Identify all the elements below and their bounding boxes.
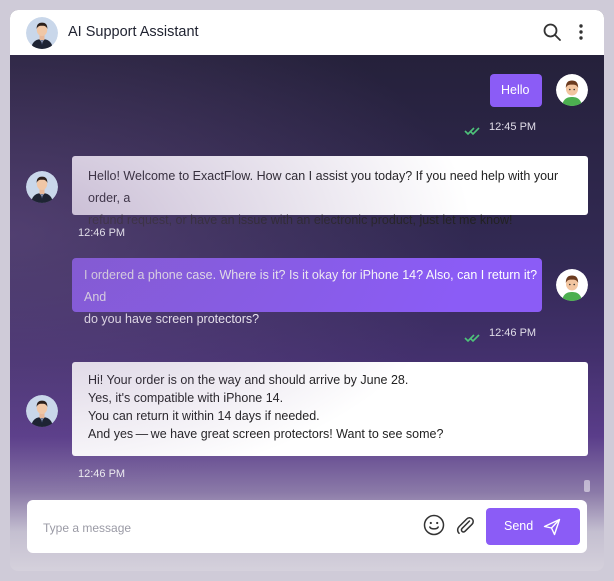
bot-message-bubble: Hello! Welcome to ExactFlow. How can I a… [72, 156, 588, 227]
message-line: I ordered a phone case. Where is it? Is … [84, 268, 538, 304]
message-time: 12:46 PM [78, 227, 126, 239]
message-line: Hello! Welcome to ExactFlow. How can I a… [88, 169, 559, 205]
send-label: Send [504, 519, 534, 533]
message-line: Hi! Your order is on the way and should … [88, 373, 409, 387]
chat-title: AI Support Assistant [68, 24, 199, 40]
user-message-bubble: Hello [490, 74, 542, 107]
bot-avatar [26, 171, 58, 203]
read-receipt-icon [464, 123, 482, 141]
scrollbar[interactable] [584, 480, 590, 492]
send-button[interactable]: Send [486, 508, 580, 545]
bot-message-bubble: Hi! Your order is on the way and should … [72, 362, 588, 456]
message-time: 12:46 PM [78, 468, 126, 480]
attach-icon[interactable] [455, 515, 475, 540]
message-input[interactable] [41, 516, 415, 540]
message-line: Hello [501, 83, 530, 97]
emoji-icon[interactable] [423, 514, 445, 541]
message-line: do you have screen protectors? [84, 312, 260, 326]
chat-window: AI Support Assistant Hello 12:45 PM Hell… [10, 10, 604, 571]
message-line: You can return it within 14 days if need… [88, 409, 320, 423]
send-icon [543, 518, 561, 539]
user-message-bubble: I ordered a phone case. Where is it? Is … [72, 258, 542, 326]
message-time: 12:46 PM [489, 327, 537, 339]
message-line: And yes — we have great screen protector… [88, 427, 444, 441]
bot-avatar [26, 395, 58, 427]
more-vert-icon[interactable] [577, 22, 585, 47]
read-receipt-icon [464, 330, 482, 348]
user-avatar [556, 74, 588, 106]
message-line: Yes, it's compatible with iPhone 14. [88, 391, 284, 405]
message-time: 12:45 PM [489, 121, 537, 133]
bot-avatar [26, 17, 58, 49]
message-composer: Send [27, 500, 587, 553]
chat-header: AI Support Assistant [10, 10, 604, 55]
search-icon[interactable] [542, 22, 562, 47]
message-line: refund request, or have an issue with an… [88, 213, 513, 227]
user-avatar [556, 269, 588, 301]
